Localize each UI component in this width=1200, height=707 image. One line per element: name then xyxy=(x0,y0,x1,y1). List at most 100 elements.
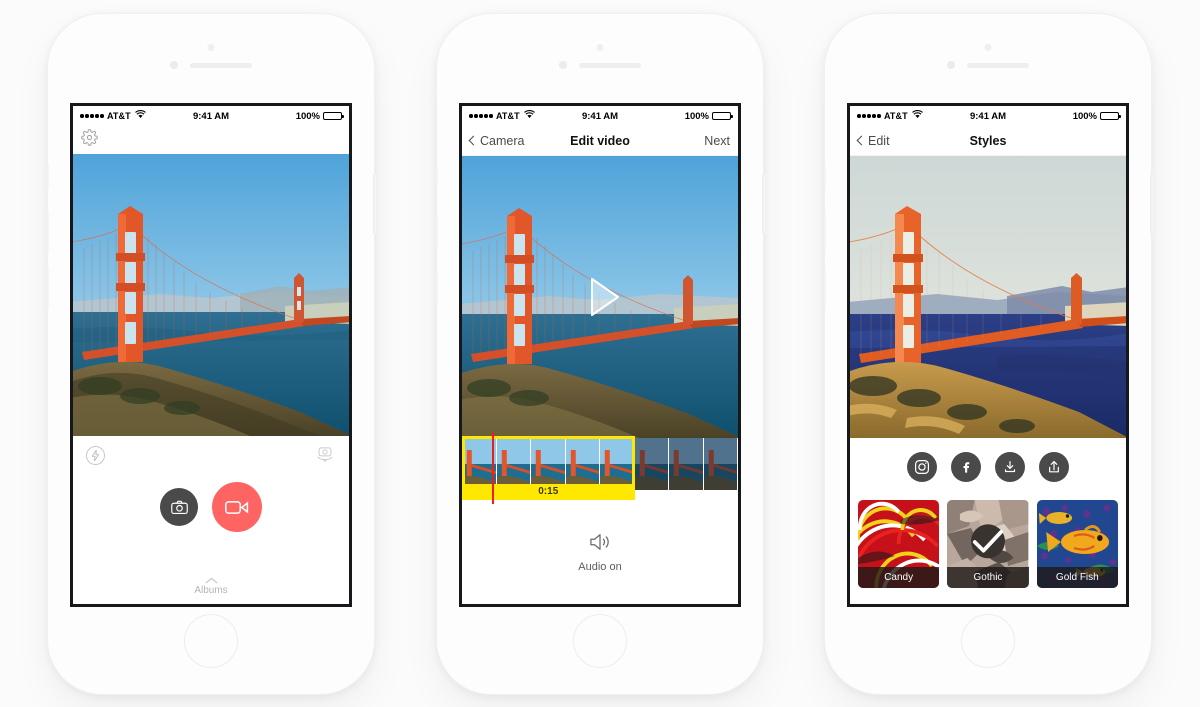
camera-flip-icon[interactable] xyxy=(314,446,336,470)
camera-settings-bar xyxy=(73,126,349,154)
home-button[interactable] xyxy=(184,614,238,668)
home-button[interactable] xyxy=(573,614,627,668)
camera-viewfinder[interactable] xyxy=(73,154,349,436)
phone-device-styles: AT&T 9:41 AM 100% Edit Styles Candy Goth… xyxy=(823,14,1153,694)
status-bar: AT&T 9:41 AM 100% xyxy=(850,106,1126,126)
volume-down-button[interactable] xyxy=(46,266,49,310)
record-video-button[interactable] xyxy=(212,482,262,532)
wifi-icon xyxy=(911,110,923,122)
timeline-frames xyxy=(462,438,738,490)
wifi-icon xyxy=(134,110,146,122)
front-camera-dot xyxy=(596,44,604,51)
screen-styles: AT&T 9:41 AM 100% Edit Styles Candy Goth… xyxy=(847,103,1129,607)
ringer-switch[interactable] xyxy=(823,164,826,190)
albums-drawer-handle[interactable]: Albums xyxy=(73,576,349,596)
signal-strength-icon xyxy=(857,114,881,118)
ringer-switch[interactable] xyxy=(46,164,49,190)
front-camera-dot xyxy=(984,44,992,51)
speaker-sensor-row xyxy=(825,61,1151,69)
speaker-sensor-row xyxy=(48,61,374,69)
chevron-left-icon xyxy=(856,135,867,146)
power-button[interactable] xyxy=(373,174,376,234)
style-label: Candy xyxy=(858,567,940,588)
screen-camera: AT&T 9:41 AM 100% Albums xyxy=(70,103,352,607)
power-button[interactable] xyxy=(762,174,765,234)
share-buttons-row xyxy=(850,438,1126,496)
power-button[interactable] xyxy=(1150,174,1153,234)
volume-down-button[interactable] xyxy=(823,266,826,310)
status-bar-left: AT&T xyxy=(80,110,193,122)
timeline-frame[interactable] xyxy=(600,438,635,490)
style-card-gothic[interactable]: Gothic xyxy=(947,500,1029,588)
status-bar-right: 100% xyxy=(1006,110,1122,122)
status-bar-left: AT&T xyxy=(469,110,582,122)
audio-label: Audio on xyxy=(578,560,622,573)
timeline-frame[interactable] xyxy=(703,438,738,490)
gear-icon[interactable] xyxy=(81,129,98,151)
style-card-candy[interactable]: Candy xyxy=(858,500,940,588)
status-bar-right: 100% xyxy=(618,110,734,122)
timeline-frame[interactable] xyxy=(496,438,531,490)
instagram-icon[interactable] xyxy=(907,452,937,482)
battery-percent-label: 100% xyxy=(295,110,321,122)
timeline-frame[interactable] xyxy=(565,438,600,490)
timeline-frame[interactable] xyxy=(531,438,566,490)
screenshot-stage: AT&T 9:41 AM 100% Albums AT&T 9:41 AM 10… xyxy=(0,0,1200,707)
carrier-label: AT&T xyxy=(106,111,131,121)
wifi-icon xyxy=(523,110,535,122)
share-icon[interactable] xyxy=(1039,452,1069,482)
back-label: Edit xyxy=(868,133,890,148)
battery-full-icon xyxy=(1100,111,1122,121)
camera-controls: Albums xyxy=(73,436,349,604)
clock-label: 9:41 AM xyxy=(581,110,619,122)
phone-device-camera: AT&T 9:41 AM 100% Albums xyxy=(46,14,376,694)
timeline-frame[interactable] xyxy=(669,438,704,490)
facebook-icon[interactable] xyxy=(951,452,981,482)
back-to-edit-button[interactable]: Edit xyxy=(856,133,890,148)
carrier-label: AT&T xyxy=(883,111,908,121)
front-camera-dot xyxy=(207,44,215,51)
capture-photo-button[interactable] xyxy=(160,488,198,526)
battery-percent-label: 100% xyxy=(684,110,710,122)
download-icon[interactable] xyxy=(995,452,1025,482)
phone-device-edit-video: AT&T 9:41 AM 100% Camera Edit video Next… xyxy=(435,14,765,694)
style-card-gold-fish[interactable]: Gold Fish xyxy=(1036,500,1118,588)
proximity-sensor-dot xyxy=(559,61,567,69)
volume-up-button[interactable] xyxy=(823,210,826,254)
back-to-camera-button[interactable]: Camera xyxy=(468,133,525,148)
clock-label: 9:41 AM xyxy=(192,110,230,122)
video-timeline[interactable]: 0:15 xyxy=(462,432,738,504)
timeline-frame[interactable] xyxy=(462,438,497,490)
camera-option-row xyxy=(73,436,349,470)
proximity-sensor-dot xyxy=(170,61,178,69)
proximity-sensor-dot xyxy=(947,61,955,69)
volume-up-button[interactable] xyxy=(46,210,49,254)
page-title: Styles xyxy=(969,133,1007,148)
ringer-switch[interactable] xyxy=(435,164,438,190)
battery-percent-label: 100% xyxy=(1072,110,1098,122)
screen-edit-video: AT&T 9:41 AM 100% Camera Edit video Next… xyxy=(459,103,741,607)
status-bar-left: AT&T xyxy=(857,110,970,122)
styled-video-preview[interactable] xyxy=(850,156,1126,438)
back-label: Camera xyxy=(480,133,525,148)
home-button[interactable] xyxy=(961,614,1015,668)
capture-buttons-row xyxy=(73,482,349,532)
volume-up-button[interactable] xyxy=(435,210,438,254)
play-triangle-icon xyxy=(572,269,628,325)
navigation-bar: Edit Styles xyxy=(850,126,1126,156)
playhead-indicator[interactable] xyxy=(492,432,495,504)
speaker-sensor-row xyxy=(437,61,763,69)
flash-icon[interactable] xyxy=(86,446,105,465)
earpiece-speaker xyxy=(190,62,252,68)
signal-strength-icon xyxy=(469,114,493,118)
earpiece-speaker xyxy=(967,62,1029,68)
audio-toggle[interactable]: Audio on xyxy=(462,500,738,604)
timeline-frame[interactable] xyxy=(634,438,669,490)
video-preview[interactable] xyxy=(462,156,738,438)
clock-label: 9:41 AM xyxy=(969,110,1007,122)
next-button[interactable]: Next xyxy=(704,134,730,148)
style-picker: Candy Gothic Gold Fish xyxy=(850,496,1126,604)
style-label: Gold Fish xyxy=(1036,567,1118,588)
volume-down-button[interactable] xyxy=(435,266,438,310)
play-button[interactable] xyxy=(462,156,738,438)
